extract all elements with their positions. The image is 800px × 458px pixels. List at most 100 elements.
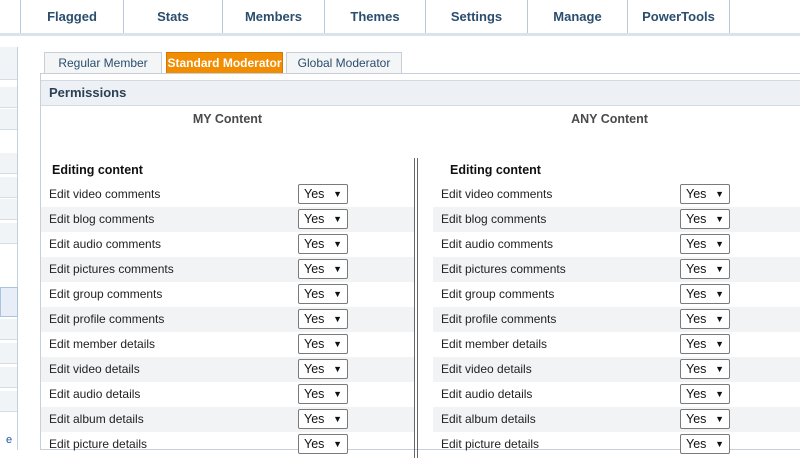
permission-select-value: Yes — [304, 312, 325, 326]
permission-label: Edit pictures comments — [49, 262, 174, 276]
permission-select[interactable]: Yes ▼ — [298, 359, 348, 379]
any-permission-row: Edit audio comments Yes ▼ — [433, 232, 800, 257]
my-section-title: Editing content — [52, 163, 143, 177]
any-permission-row: Edit video comments Yes ▼ — [433, 182, 800, 207]
nav-themes[interactable]: Themes — [325, 0, 426, 33]
permission-label: Edit profile comments — [441, 312, 557, 326]
permission-select[interactable]: Yes ▼ — [680, 409, 730, 429]
tab-global-moderator[interactable]: Global Moderator — [286, 52, 402, 73]
permission-label: Edit group comments — [49, 287, 163, 301]
nav-settings[interactable]: Settings — [426, 0, 528, 33]
column-separator — [414, 158, 418, 458]
any-permission-row: Edit audio details Yes ▼ — [433, 382, 800, 407]
chevron-down-icon: ▼ — [715, 214, 724, 224]
permission-select[interactable]: Yes ▼ — [680, 184, 730, 204]
permission-select-value: Yes — [304, 212, 325, 226]
sidebar-item[interactable] — [0, 391, 17, 412]
permission-select-value: Yes — [304, 412, 325, 426]
nav-powertools[interactable]: PowerTools — [628, 0, 730, 33]
permission-select[interactable]: Yes ▼ — [680, 384, 730, 404]
permission-select-value: Yes — [686, 212, 707, 226]
tab-regular-member[interactable]: Regular Member — [44, 52, 162, 73]
any-permission-row: Edit picture details Yes ▼ — [433, 432, 800, 457]
permission-label: Edit picture details — [49, 437, 148, 451]
any-permission-row: Edit member details Yes ▼ — [433, 332, 800, 357]
permission-select[interactable]: Yes ▼ — [680, 434, 730, 454]
my-permission-row: Edit audio details Yes ▼ — [41, 382, 414, 407]
permission-label: Edit video details — [441, 362, 532, 376]
permission-select-value: Yes — [304, 287, 325, 301]
sidebar-edge-text[interactable]: e — [6, 434, 12, 446]
my-permission-row: Edit audio comments Yes ▼ — [41, 232, 414, 257]
nav-stats[interactable]: Stats — [124, 0, 223, 33]
permission-select-value: Yes — [304, 187, 325, 201]
sidebar-item[interactable] — [0, 87, 17, 108]
chevron-down-icon: ▼ — [715, 389, 724, 399]
any-content-header: ANY Content — [571, 112, 648, 126]
sidebar-item[interactable] — [0, 223, 17, 244]
permission-select[interactable]: Yes ▼ — [298, 409, 348, 429]
chevron-down-icon: ▼ — [715, 289, 724, 299]
tab-standard-moderator[interactable]: Standard Moderator — [166, 52, 283, 73]
chevron-down-icon: ▼ — [333, 264, 342, 274]
permission-select[interactable]: Yes ▼ — [298, 309, 348, 329]
permission-select-value: Yes — [686, 437, 707, 451]
my-permission-row: Edit member details Yes ▼ — [41, 332, 414, 357]
sidebar-item[interactable] — [0, 319, 17, 340]
permission-select[interactable]: Yes ▼ — [298, 384, 348, 404]
chevron-down-icon: ▼ — [715, 414, 724, 424]
permission-select[interactable]: Yes ▼ — [680, 209, 730, 229]
permission-label: Edit pictures comments — [441, 262, 566, 276]
permission-select[interactable]: Yes ▼ — [298, 184, 348, 204]
top-navigation: Flagged Stats Members Themes Settings Ma… — [0, 0, 800, 36]
permission-label: Edit group comments — [441, 287, 555, 301]
my-content-header: MY Content — [192, 112, 263, 126]
permission-select[interactable]: Yes ▼ — [298, 434, 348, 454]
nav-members[interactable]: Members — [223, 0, 325, 33]
sidebar-item[interactable] — [0, 109, 17, 130]
chevron-down-icon: ▼ — [333, 389, 342, 399]
permission-select-value: Yes — [304, 362, 325, 376]
chevron-down-icon: ▼ — [715, 189, 724, 199]
sidebar-item-selected[interactable] — [0, 287, 18, 317]
permission-select[interactable]: Yes ▼ — [680, 309, 730, 329]
permission-select[interactable]: Yes ▼ — [680, 234, 730, 254]
nav-flagged[interactable]: Flagged — [20, 0, 124, 33]
permission-select[interactable]: Yes ▼ — [680, 334, 730, 354]
permission-select[interactable]: Yes ▼ — [680, 284, 730, 304]
permission-select[interactable]: Yes ▼ — [680, 259, 730, 279]
permission-select-value: Yes — [686, 362, 707, 376]
my-permission-row: Edit video comments Yes ▼ — [41, 182, 414, 207]
my-permission-row: Edit group comments Yes ▼ — [41, 282, 414, 307]
chevron-down-icon: ▼ — [333, 214, 342, 224]
chevron-down-icon: ▼ — [715, 339, 724, 349]
permission-label: Edit member details — [49, 337, 156, 351]
permission-label: Edit audio details — [441, 387, 533, 401]
permission-select[interactable]: Yes ▼ — [298, 284, 348, 304]
sidebar-item[interactable] — [0, 199, 17, 220]
permission-select[interactable]: Yes ▼ — [298, 259, 348, 279]
sidebar-item[interactable] — [0, 367, 17, 388]
permission-select[interactable]: Yes ▼ — [298, 234, 348, 254]
permission-select[interactable]: Yes ▼ — [298, 209, 348, 229]
sidebar-item[interactable] — [0, 47, 17, 80]
chevron-down-icon: ▼ — [333, 189, 342, 199]
permission-select-value: Yes — [686, 262, 707, 276]
permission-select-value: Yes — [686, 187, 707, 201]
permission-label: Edit audio comments — [49, 237, 162, 251]
permission-label: Edit picture details — [441, 437, 540, 451]
permission-label: Edit video details — [49, 362, 140, 376]
chevron-down-icon: ▼ — [333, 289, 342, 299]
permission-label: Edit video comments — [441, 187, 553, 201]
sidebar-item[interactable] — [0, 343, 17, 364]
nav-manage[interactable]: Manage — [528, 0, 628, 33]
permission-label: Edit blog comments — [49, 212, 155, 226]
sidebar-item[interactable] — [0, 153, 17, 174]
permission-select-value: Yes — [686, 312, 707, 326]
permission-select[interactable]: Yes ▼ — [298, 334, 348, 354]
sidebar-item[interactable] — [0, 177, 17, 198]
permission-select-value: Yes — [304, 387, 325, 401]
any-permission-row: Edit profile comments Yes ▼ — [433, 307, 800, 332]
permission-select[interactable]: Yes ▼ — [680, 359, 730, 379]
chevron-down-icon: ▼ — [333, 414, 342, 424]
